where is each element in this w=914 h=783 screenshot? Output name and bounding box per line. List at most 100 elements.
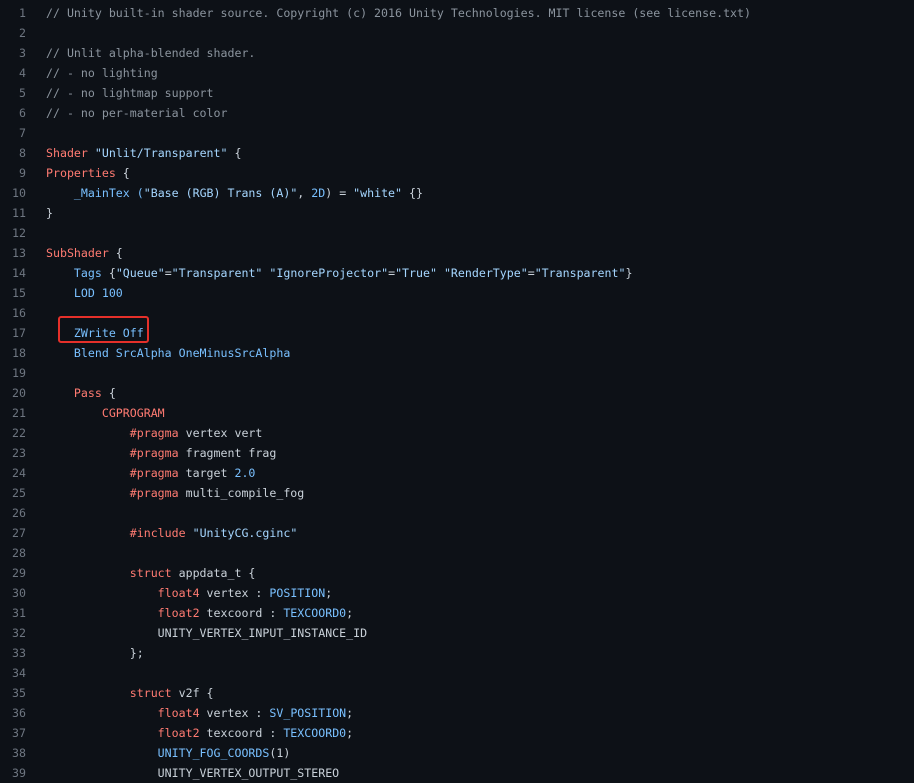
code-line: 38 UNITY_FOG_COORDS(1) [0,743,914,763]
line-number: 31 [12,606,26,620]
code-token: = [527,266,535,280]
line-number: 23 [12,446,26,460]
code-token: struct [46,566,172,580]
code-token: float4 [46,706,200,720]
code-text: // Unlit alpha-blended shader. [46,43,255,63]
code-line: 7 [0,123,914,143]
code-token: "True" [395,266,437,280]
code-token: fragment frag [178,446,277,460]
line-number: 6 [19,106,26,120]
code-view: 1 // Unity built-in shader source. Copyri… [0,0,914,783]
code-text: Shader "Unlit/Transparent" { [46,143,241,163]
code-text: // Unity built-in shader source. Copyrig… [46,3,751,23]
code-token: "Base (RGB) Trans (A)" [143,186,298,200]
code-line: 24 #pragma target 2.0 [0,463,914,483]
code-token: // - no lighting [46,66,158,80]
code-text: #pragma multi_compile_fog [46,483,305,503]
code-token: #pragma [46,466,179,480]
code-line: 39 UNITY_VERTEX_OUTPUT_STEREO [0,763,914,783]
code-token: vertex vert [178,426,263,440]
code-line: 11} [0,203,914,223]
code-text: float4 vertex : POSITION; [46,583,333,603]
code-line: 30 float4 vertex : POSITION; [0,583,914,603]
line-number: 26 [12,506,26,520]
code-line: 15 LOD 100 [0,283,914,303]
code-token: #pragma [46,446,179,460]
code-token: UNITY_VERTEX_OUTPUT_STEREO [46,766,340,780]
line-number: 22 [12,426,26,440]
code-token: , [297,186,312,200]
code-line: 19 [0,363,914,383]
code-text: float2 texcoord : TEXCOORD0; [46,723,353,743]
code-line: 31 float2 texcoord : TEXCOORD0; [0,603,914,623]
code-line: 21 CGPROGRAM [0,403,914,423]
code-line: 3 // Unlit alpha-blended shader. [0,43,914,63]
code-text: #pragma vertex vert [46,423,263,443]
code-token: "Transparent" [171,266,263,280]
code-token: LOD 100 [46,286,123,300]
code-token: #include [46,526,186,540]
line-number: 19 [12,366,26,380]
code-token: "white" [353,186,403,200]
line-number: 33 [12,646,26,660]
code-token: target [178,466,235,480]
line-number: 38 [12,746,26,760]
code-line: 28 [0,543,914,563]
code-line: 12 [0,223,914,243]
code-token: texcoord : [199,606,284,620]
code-token: vertex : [199,586,270,600]
code-token: UNITY_VERTEX_INPUT_INSTANCE_ID [46,626,368,640]
code-line: 22 #pragma vertex vert [0,423,914,443]
code-token: POSITION [269,586,326,600]
code-text: #pragma fragment frag [46,443,277,463]
line-number: 32 [12,626,26,640]
code-token: } [625,266,633,280]
code-token: { [227,146,242,160]
line-number: 39 [12,766,26,780]
code-token: "UnityCG.cginc" [192,526,298,540]
line-number: 11 [12,206,26,220]
code-token: SubShader [46,246,109,260]
code-token: ; [346,706,354,720]
line-number: 5 [19,86,26,100]
code-text: float2 texcoord : TEXCOORD0; [46,603,353,623]
code-text: // - no per-material color [46,103,227,123]
code-line: 27 #include "UnityCG.cginc" [0,523,914,543]
line-number: 7 [19,126,26,140]
code-token: {} [402,186,423,200]
line-number: 2 [19,26,26,40]
code-text: LOD 100 [46,283,123,303]
code-token: = [388,266,396,280]
line-number: 17 [12,326,26,340]
code-token: Tags [46,266,102,280]
code-token: UNITY_FOG_COORDS [46,746,270,760]
line-number: 8 [19,146,26,160]
code-token: "Transparent" [534,266,626,280]
code-token: _MainTex ( [46,186,144,200]
code-text: Tags {"Queue"="Transparent" "IgnoreProje… [46,263,633,283]
code-text: }; [46,643,144,663]
code-text: UNITY_VERTEX_INPUT_INSTANCE_ID [46,623,367,643]
code-line: 2 [0,23,914,43]
code-text: UNITY_FOG_COORDS(1) [46,743,291,763]
code-token: Pass [46,386,102,400]
code-token: }; [46,646,144,660]
line-number: 10 [12,186,26,200]
code-token: // Unity built-in shader source. Copyrig… [46,6,751,20]
line-number: 14 [12,266,26,280]
code-token: struct [46,686,172,700]
code-text: Properties { [46,163,130,183]
code-text: UNITY_VERTEX_OUTPUT_STEREO [46,763,340,783]
line-number: 25 [12,486,26,500]
line-number: 36 [12,706,26,720]
code-line: 32 UNITY_VERTEX_INPUT_INSTANCE_ID [0,623,914,643]
code-text: float4 vertex : SV_POSITION; [46,703,353,723]
line-number: 27 [12,526,26,540]
code-token: // Unlit alpha-blended shader. [46,46,256,60]
line-number: 28 [12,546,26,560]
code-token: (1) [269,746,291,760]
line-number: 4 [19,66,26,80]
code-line: 20 Pass { [0,383,914,403]
line-number: 24 [12,466,26,480]
code-token: 2D [311,186,326,200]
